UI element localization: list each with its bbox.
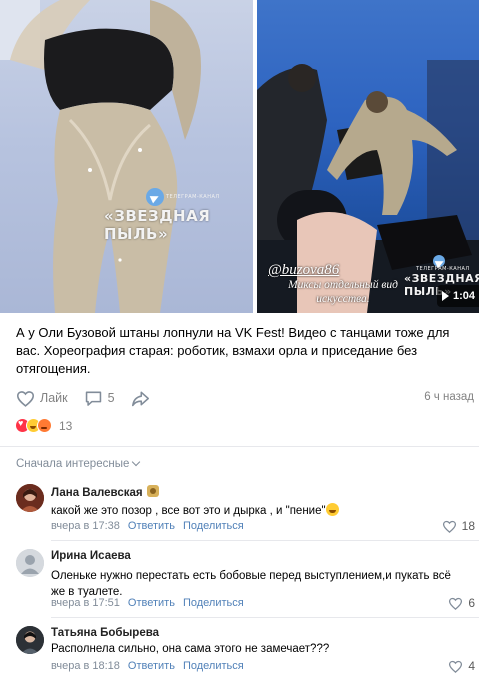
comment-meta: вчера в 17:38 Ответить Поделиться xyxy=(51,520,244,532)
comment-author[interactable]: Ирина Исаева xyxy=(51,550,131,562)
share-comment-button[interactable]: Поделиться xyxy=(183,520,244,532)
reactions-count: 13 xyxy=(59,418,73,433)
comment-text: Располнела сильно, она сама этого не зам… xyxy=(51,643,330,655)
comment-author[interactable]: Татьяна Бобырева xyxy=(51,627,159,639)
reply-button[interactable]: Ответить xyxy=(128,520,175,532)
overlay-handle: @buzova86 xyxy=(268,262,340,278)
performer-photo-left xyxy=(0,0,201,313)
like-button[interactable]: Лайк xyxy=(16,390,68,407)
comment-like-button[interactable]: 18 xyxy=(442,519,475,533)
comment-count: 5 xyxy=(107,391,115,405)
share-comment-button[interactable]: Поделиться xyxy=(183,597,244,609)
heart-icon xyxy=(449,660,463,673)
reply-button[interactable]: Ответить xyxy=(128,660,175,672)
comment-text: какой же это позор , все вот это и дырка… xyxy=(51,503,451,519)
comment-text: Оленьке нужно перестать есть бобовые пер… xyxy=(51,570,451,598)
video-duration-badge[interactable]: 1:04 xyxy=(437,285,479,307)
avatar-image xyxy=(16,626,44,654)
comment-time[interactable]: вчера в 17:38 xyxy=(51,520,120,532)
like-label: Лайк xyxy=(40,391,68,405)
comment-button[interactable]: 5 xyxy=(84,390,115,407)
avatar[interactable] xyxy=(16,484,44,512)
default-avatar-icon xyxy=(16,549,44,577)
play-icon xyxy=(442,291,449,301)
watermark-small-left: ТЕЛЕГРАМ-КАНАЛ xyxy=(166,194,220,200)
comments-sort-dropdown[interactable]: Сначала интересные xyxy=(16,457,141,470)
reply-button[interactable]: Ответить xyxy=(128,597,175,609)
sort-label: Сначала интересные xyxy=(16,458,130,470)
avatar[interactable] xyxy=(16,549,44,577)
heart-icon xyxy=(449,597,463,610)
angry-reaction-icon xyxy=(37,418,52,433)
share-icon xyxy=(131,391,149,406)
telegram-icon xyxy=(146,188,164,206)
comment-icon xyxy=(85,391,101,406)
comment-like-button[interactable]: 4 xyxy=(448,659,475,673)
share-button[interactable] xyxy=(131,390,150,407)
comment-time[interactable]: вчера в 17:51 xyxy=(51,597,120,609)
avatar-image xyxy=(16,484,44,512)
video-duration: 1:04 xyxy=(453,290,476,302)
comment-divider xyxy=(51,617,479,618)
overlay-caption: Миксы отдельный вид искусства. xyxy=(288,279,398,305)
post-text: А у Оли Бузовой штаны лопнули на VK Fest… xyxy=(16,325,450,376)
comment-meta: вчера в 18:18 Ответить Поделиться xyxy=(51,660,244,672)
comment-like-button[interactable]: 6 xyxy=(448,596,475,610)
comment-time[interactable]: вчера в 18:18 xyxy=(51,660,120,672)
watermark-left: «ЗВЕЗДНАЯ ПЫЛЬ» xyxy=(104,207,211,243)
reactions-summary[interactable]: 13 xyxy=(15,418,72,433)
post-time: 6 ч назад xyxy=(424,391,474,403)
chevron-down-icon xyxy=(132,457,141,467)
comment-divider xyxy=(51,540,479,541)
post-actions: Лайк 5 xyxy=(16,388,166,408)
divider xyxy=(0,446,479,447)
comment-like-count: 18 xyxy=(461,519,475,533)
post-media: ТЕЛЕГРАМ-КАНАЛ «ЗВЕЗДНАЯ ПЫЛЬ» ТЕЛЕГРАМ-… xyxy=(0,0,479,313)
laughing-emoji-icon xyxy=(325,503,339,516)
heart-icon xyxy=(16,390,35,407)
comment-author[interactable]: Лана Валевская xyxy=(51,485,159,499)
comment-like-count: 6 xyxy=(468,596,475,610)
comment-meta: вчера в 17:51 Ответить Поделиться xyxy=(51,597,244,609)
heart-icon xyxy=(442,520,456,533)
post-photo[interactable]: ТЕЛЕГРАМ-КАНАЛ «ЗВЕЗДНАЯ ПЫЛЬ» xyxy=(0,0,253,313)
donut-badge-icon xyxy=(146,485,159,497)
share-comment-button[interactable]: Поделиться xyxy=(183,660,244,672)
avatar[interactable] xyxy=(16,626,44,654)
comment-like-count: 4 xyxy=(468,659,475,673)
